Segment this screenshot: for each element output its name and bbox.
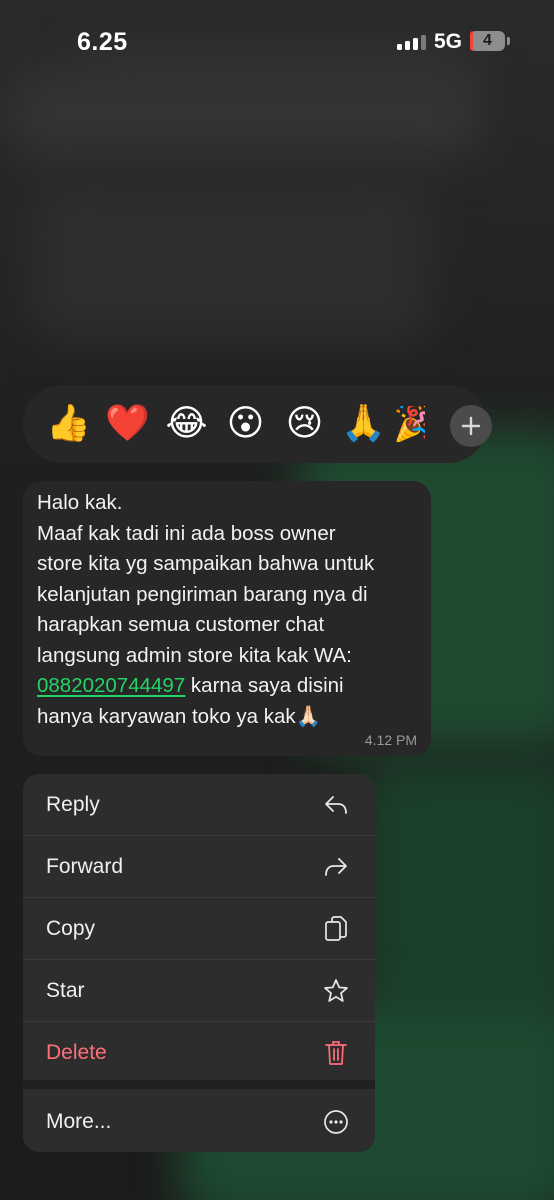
reaction-pray[interactable]: 🙏 (334, 406, 393, 442)
message-line: store kita yg sampaikan bahwa untuk (37, 552, 375, 575)
signal-strength-icon (397, 34, 429, 50)
menu-label: Copy (46, 916, 96, 940)
menu-label: More... (46, 1109, 112, 1133)
message-line: 0882020744497 karna saya disini (37, 671, 417, 702)
reaction-surprised[interactable]: 😮 (216, 406, 275, 442)
more-icon (322, 1108, 350, 1136)
message-context-menu: Reply Forward Copy Star Delete More... (23, 774, 375, 1152)
forward-icon (322, 853, 350, 881)
reaction-crying[interactable]: 😢 (275, 406, 334, 442)
menu-item-delete[interactable]: Delete (23, 1022, 375, 1083)
message-line: hanya karyawan toko ya kak🙏🏻 (37, 704, 322, 728)
message-timestamp: 4.12 PM (364, 732, 417, 748)
plus-icon (461, 416, 481, 436)
reaction-heart[interactable]: ❤️ (98, 406, 157, 442)
reaction-laugh[interactable]: 😂 (157, 406, 216, 442)
reply-icon (322, 791, 350, 819)
message-line: langsung admin store kita kak WA: (37, 643, 352, 667)
menu-item-star[interactable]: Star (23, 960, 375, 1021)
battery-level: 4 (483, 32, 492, 49)
menu-item-reply[interactable]: Reply (23, 774, 375, 835)
menu-label: Reply (46, 792, 100, 816)
message-line: harapkan semua customer chat (37, 613, 325, 636)
battery-cap (507, 37, 510, 45)
battery-icon: 4 (470, 31, 505, 51)
menu-label: Delete (46, 1040, 107, 1064)
status-bar: 6.25 5G 4 (0, 0, 554, 80)
message-line: kelanjutan pengiriman barang nya di (37, 582, 368, 606)
network-type: 5G (434, 30, 463, 53)
menu-item-more[interactable]: More... (23, 1091, 375, 1152)
reaction-party[interactable]: 🎉 (393, 406, 425, 442)
message-bubble[interactable]: Halo kak. Maaf kak tadi ini ada boss own… (23, 481, 431, 756)
add-reaction-button[interactable] (450, 405, 492, 447)
reaction-thumbs-up[interactable]: 👍 (39, 406, 98, 442)
message-text: karna saya disini (185, 674, 344, 697)
star-icon (322, 977, 350, 1005)
menu-label: Star (46, 978, 85, 1002)
menu-label: Forward (46, 854, 124, 878)
reaction-bar: 👍 ❤️ 😂 😮 😢 🙏 🎉 (23, 385, 492, 463)
menu-item-copy[interactable]: Copy (23, 898, 375, 959)
message-line: Maaf kak tadi ini ada boss owner (37, 521, 336, 545)
copy-icon (322, 915, 350, 943)
trash-icon (322, 1039, 350, 1067)
menu-group-divider (23, 1080, 375, 1089)
menu-item-forward[interactable]: Forward (23, 836, 375, 897)
message-line: Halo kak. (37, 491, 123, 514)
status-time: 6.25 (77, 28, 128, 56)
phone-number-link[interactable]: 0882020744497 (37, 674, 185, 697)
